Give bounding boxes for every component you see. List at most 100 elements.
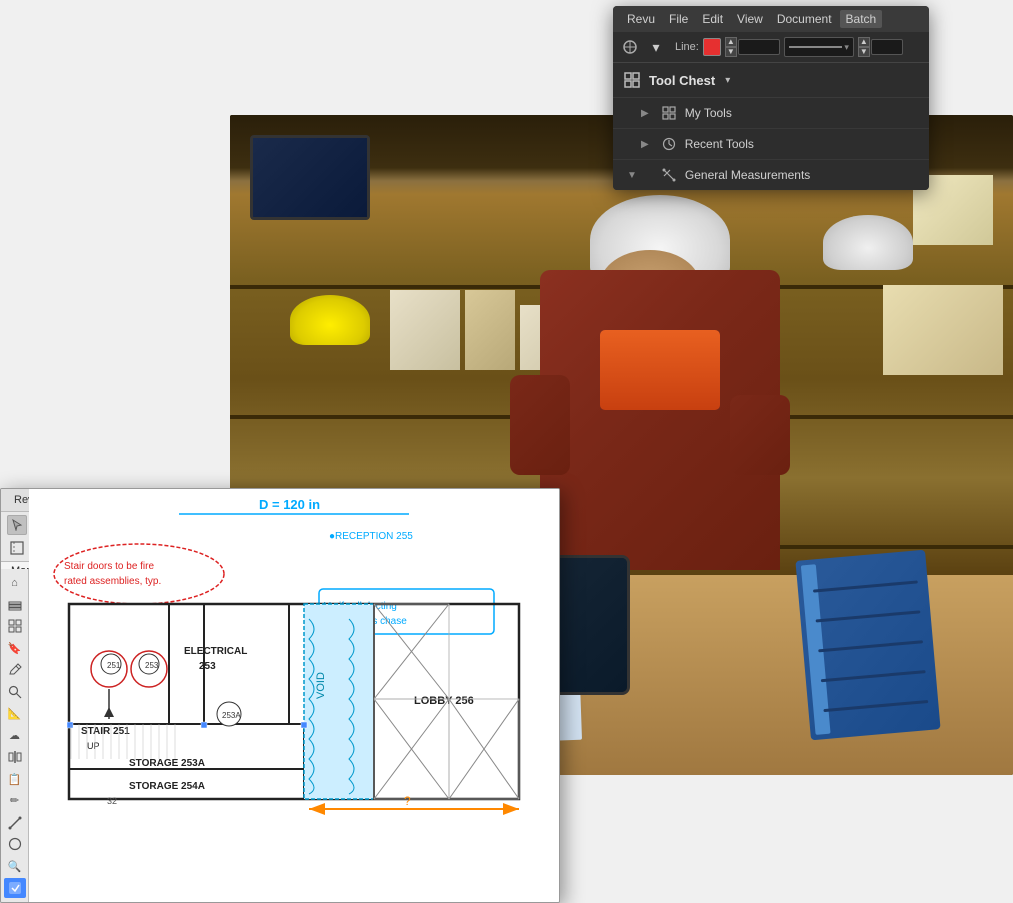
binder-ring-4 (821, 670, 926, 682)
stair-label: STAIR 251 (81, 726, 130, 737)
sidebar-zoom-icon[interactable]: 🔍 (4, 856, 26, 876)
dropdown-arrow-icon[interactable]: ▾ (645, 36, 667, 58)
sidebar-search-icon[interactable] (4, 682, 26, 702)
gen-meas-chevron-icon: ▼ (627, 170, 637, 181)
win-tool-cursor[interactable] (7, 515, 27, 535)
thickness-input[interactable]: 0. (871, 39, 903, 55)
sidebar-layers-icon[interactable] (4, 595, 26, 615)
storage-253a-label: STORAGE 253A (129, 758, 205, 769)
line-style-selector[interactable]: ▾ (784, 37, 854, 57)
sidebar-active-icon[interactable] (4, 878, 26, 898)
select-handle-tr (301, 722, 307, 728)
sidebar-compare-icon[interactable] (4, 747, 26, 767)
question-mark: ? (404, 794, 411, 808)
box-2 (465, 290, 515, 370)
sidebar-home-icon[interactable]: ⌂ (4, 573, 26, 593)
color-swatch[interactable] (703, 38, 721, 56)
monitor (250, 135, 370, 220)
recent-tools-icon (661, 136, 677, 152)
zoom-up[interactable]: ▲ (725, 37, 737, 47)
worker-shirt (600, 330, 720, 410)
sidebar-line-icon[interactable] (4, 813, 26, 833)
sidebar-ellipse-icon[interactable] (4, 835, 26, 855)
up-label: UP (87, 741, 100, 751)
revu-menubar: Revu File Edit View Document Batch (613, 6, 929, 32)
sidebar-thumbnails-icon[interactable] (4, 617, 26, 637)
sidebar-drawing-icon[interactable]: ✏ (4, 791, 26, 811)
storage-254a-label: STORAGE 254A (129, 781, 205, 792)
binder-ring-5 (823, 700, 928, 712)
general-measurements-item[interactable]: ▼ General Measurements (613, 160, 929, 190)
white-hardhat-right (823, 215, 913, 270)
recent-tools-item[interactable]: ▶ Recent Tools (613, 129, 929, 160)
room-num-253a: 253A (222, 711, 241, 720)
menu-file[interactable]: File (663, 10, 694, 28)
my-tools-icon (661, 105, 677, 121)
revu-left-sidebar: ⌂ 🔖 (1, 569, 29, 902)
worker-arm-right (730, 395, 790, 475)
win-snap-icon[interactable] (7, 538, 27, 558)
line-label: Line: (675, 41, 699, 53)
electrical-label: ELECTRICAL (184, 646, 247, 657)
thickness-down[interactable]: ▼ (858, 47, 870, 57)
sidebar-bookmark-icon[interactable]: 🔖 (4, 638, 26, 658)
gen-meas-label: General Measurements (685, 168, 919, 182)
sidebar-measurements-icon[interactable]: 📐 (4, 704, 26, 724)
dimension-label: D = 120 in (259, 497, 320, 512)
tool-chest-header[interactable]: Tool Chest ▾ (613, 63, 929, 98)
sidebar-markup-icon[interactable] (4, 660, 26, 680)
revu-bottom-window: Revu File Edit View Document Batch Tools… (0, 488, 560, 903)
binder-ring-2 (816, 610, 921, 622)
binder (795, 550, 940, 741)
my-tools-item[interactable]: ▶ My Tools (613, 98, 929, 129)
my-tools-chevron-icon: ▶ (641, 108, 649, 119)
annotation-text-1: Stair doors to be fire (64, 561, 154, 572)
measurement-tool-icon[interactable] (619, 36, 641, 58)
line-style-chevron: ▾ (844, 42, 849, 53)
annotation-text-2: rated assemblies, typ. (64, 576, 161, 587)
gen-meas-icon (661, 167, 677, 183)
binder-ring-1 (813, 580, 918, 592)
box-1 (390, 290, 460, 370)
recent-tools-chevron-icon: ▶ (641, 139, 649, 150)
line-style-preview (789, 46, 842, 48)
room-num-251: 251 (107, 661, 121, 670)
worker-arm-left (510, 375, 570, 475)
revu-top-toolbar: Revu File Edit View Document Batch ▾ Lin… (613, 6, 929, 190)
zoom-spinner: ▲ ▼ (725, 37, 737, 57)
thickness-control: ▲ ▼ 0. (858, 37, 903, 57)
tool-chest-icon (623, 71, 641, 89)
my-tools-label: My Tools (685, 106, 919, 120)
select-handle-tm (201, 722, 207, 728)
blueprint-svg: D = 120 in ●RECEPTION 255 Stair doors to… (29, 489, 559, 824)
zoom-input[interactable]: 100% (738, 39, 780, 55)
void-label: VOID (315, 672, 327, 699)
menu-view[interactable]: View (731, 10, 769, 28)
tool-chest-panel: Tool Chest ▾ ▶ My Tools ▶ (613, 63, 929, 190)
menu-edit[interactable]: Edit (696, 10, 729, 28)
monitor-screen (253, 138, 367, 217)
select-handle-tl (67, 722, 73, 728)
yellow-hardhat (290, 295, 370, 345)
menu-batch[interactable]: Batch (840, 10, 883, 28)
stair-dim-32: 32 (107, 796, 117, 806)
box-right-2 (883, 285, 1003, 375)
tool-chest-chevron-icon[interactable]: ▾ (725, 75, 730, 86)
sidebar-cloud-icon[interactable]: ☁ (4, 726, 26, 746)
blueprint-container: D = 120 in ●RECEPTION 255 Stair doors to… (29, 489, 559, 902)
revu-content-area: ⌂ 🔖 (1, 581, 559, 903)
zoom-down[interactable]: ▼ (725, 47, 737, 57)
reception-label: ●RECEPTION 255 (329, 531, 413, 542)
sidebar-properties-icon[interactable]: 📋 (4, 769, 26, 789)
zoom-control: ▲ ▼ 100% (725, 37, 780, 57)
room-num-253: 253 (145, 661, 159, 670)
revu-toolstrip: ▾ Line: ▲ ▼ 100% ▾ ▲ ▼ 0. (613, 32, 929, 63)
menu-revu[interactable]: Revu (621, 10, 661, 28)
tool-chest-title: Tool Chest (649, 73, 715, 88)
recent-tools-label: Recent Tools (685, 137, 919, 151)
thickness-spinner: ▲ ▼ (858, 37, 870, 57)
thickness-up[interactable]: ▲ (858, 37, 870, 47)
menu-document[interactable]: Document (771, 10, 838, 28)
electrical-num: 253 (199, 661, 216, 672)
binder-ring-3 (818, 640, 923, 652)
